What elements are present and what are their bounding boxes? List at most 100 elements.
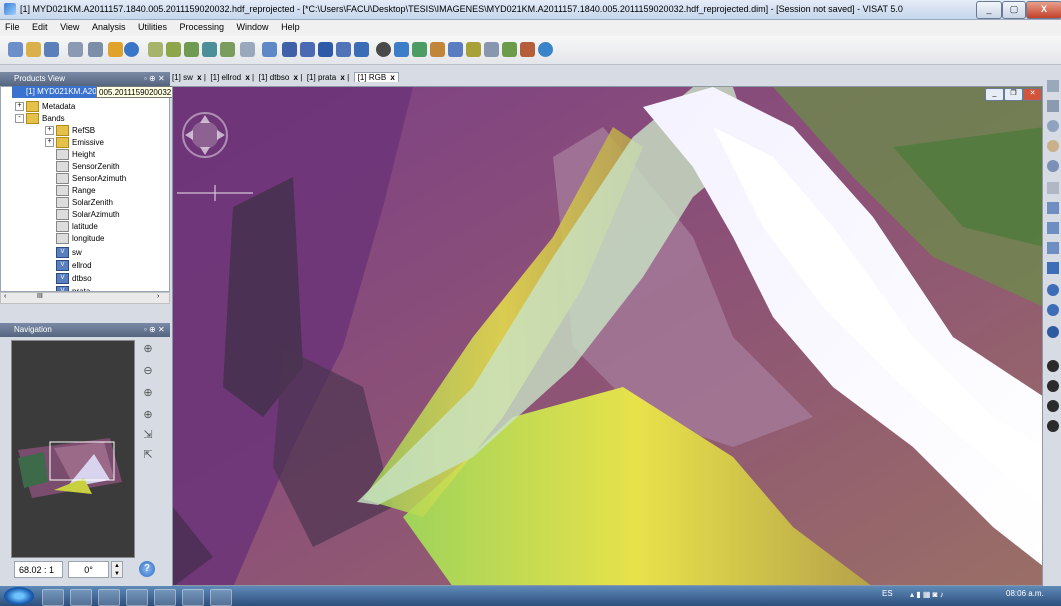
sync-cursor-icon[interactable]: ⇱ [141, 448, 155, 462]
zoom-tool-icon[interactable] [1047, 120, 1059, 132]
tree-node-metadata[interactable]: + Metadata [15, 101, 75, 113]
geo-coding-icon[interactable] [184, 42, 199, 57]
tie-point-icon[interactable] [466, 42, 481, 57]
tray-icons[interactable]: ▴ ▮ ▦ ◙ ♪ [910, 590, 970, 602]
tree-band-latitude[interactable]: latitude [56, 221, 98, 233]
menu-analysis[interactable]: Analysis [87, 20, 131, 34]
reproject-icon[interactable] [220, 42, 235, 57]
close-button[interactable]: X [1026, 1, 1061, 19]
tree-band-solarazimuth[interactable]: SolarAzimuth [56, 209, 120, 221]
tab-close-icon[interactable]: x [245, 73, 249, 82]
gcp-placing-icon[interactable] [1047, 182, 1059, 194]
open-product-icon[interactable] [26, 42, 41, 57]
rgb-image-view[interactable] [172, 86, 1043, 586]
start-button[interactable] [4, 587, 34, 605]
scroll-left-arrow[interactable]: ‹ [4, 293, 6, 300]
range-finder-icon[interactable] [1047, 100, 1059, 112]
tree-band-height[interactable]: Height [56, 149, 95, 161]
magic-wand-icon[interactable] [1047, 304, 1059, 316]
tree-node-refsb[interactable]: + RefSB [45, 125, 95, 137]
menu-view[interactable]: View [55, 20, 84, 34]
scatter-plot-icon[interactable] [336, 42, 351, 57]
help-icon[interactable] [124, 42, 139, 57]
world-wind-icon[interactable] [538, 42, 553, 57]
menu-file[interactable]: File [0, 20, 25, 34]
time-series-icon[interactable] [1047, 360, 1059, 372]
sync-views-icon[interactable]: ⇲ [141, 428, 155, 442]
app-icon[interactable] [154, 589, 176, 606]
gcp-manager-icon[interactable] [240, 42, 255, 57]
histogram-icon[interactable] [318, 42, 333, 57]
band-arithmetic-icon[interactable] [148, 42, 163, 57]
expand-icon[interactable]: + [45, 126, 54, 136]
scroll-thumb[interactable]: III [37, 293, 43, 300]
session-icon[interactable] [108, 42, 123, 57]
profile-plot-icon[interactable] [354, 42, 369, 57]
filter-band-icon[interactable] [166, 42, 181, 57]
tab-sw[interactable]: [1] sw x | [172, 73, 206, 82]
image-info-icon[interactable] [520, 42, 535, 57]
rotation-angle-field[interactable]: 0° [68, 561, 109, 578]
tree-node-emissive[interactable]: + Emissive [45, 137, 104, 149]
mask-manager-icon[interactable] [502, 42, 517, 57]
tab-close-icon[interactable]: x [340, 73, 344, 82]
spectrum-icon[interactable] [282, 42, 297, 57]
tab-prata[interactable]: [1] prata x | [307, 73, 349, 82]
menu-help[interactable]: Help [276, 20, 305, 34]
tab-rgb[interactable]: [1] RGB x [353, 72, 399, 82]
rotation-spinner[interactable]: ▲ ▼ [111, 561, 123, 578]
mosaic-icon[interactable] [202, 42, 217, 57]
ie-icon[interactable] [42, 589, 64, 606]
firefox-icon[interactable] [182, 589, 204, 606]
tree-band-longitude[interactable]: longitude [56, 233, 104, 245]
tab-close-icon[interactable]: x [197, 73, 201, 82]
colour-manipulation-icon[interactable] [394, 42, 409, 57]
collapse-icon[interactable]: - [15, 114, 24, 124]
export-icon[interactable] [88, 42, 103, 57]
time-cursor-icon[interactable] [1047, 400, 1059, 412]
tab-dtbso[interactable]: [1] dtbso x | [259, 73, 303, 82]
pixel-info-icon[interactable] [262, 42, 277, 57]
explorer-icon[interactable] [126, 589, 148, 606]
tree-horizontal-scrollbar[interactable]: ‹ III › [0, 292, 170, 304]
menu-window[interactable]: Window [232, 20, 274, 34]
new-product-icon[interactable] [8, 42, 23, 57]
polygon-draw-icon[interactable] [1047, 242, 1059, 254]
minimize-button[interactable]: _ [976, 1, 1002, 19]
expand-icon[interactable]: + [45, 138, 54, 148]
zoom-all-icon[interactable]: ⊕ [141, 408, 155, 422]
tree-node-bands[interactable]: - Bands [15, 113, 65, 125]
polyline-draw-icon[interactable] [1047, 222, 1059, 234]
pin-tool-icon[interactable] [1047, 160, 1059, 172]
panel-controls[interactable]: ▫ ⊕ ✕ [144, 325, 165, 334]
time-export-icon[interactable] [1047, 420, 1059, 432]
system-clock[interactable]: 08:06 a.m. [1006, 589, 1044, 598]
properties-icon[interactable] [68, 42, 83, 57]
tree-band-sensorazimuth[interactable]: SensorAzimuth [56, 173, 126, 185]
tab-close-icon[interactable]: x [390, 73, 394, 82]
photoshop-icon[interactable] [70, 589, 92, 606]
statistics-icon[interactable] [300, 42, 315, 57]
expand-icon[interactable]: + [15, 102, 24, 112]
navigation-thumbnail[interactable] [14, 438, 122, 498]
language-indicator[interactable]: ES [882, 589, 893, 598]
zoom-pixel-icon[interactable]: ⊕ [141, 386, 155, 400]
panel-controls[interactable]: ▫ ⊕ ✕ [144, 74, 165, 83]
save-product-icon[interactable] [44, 42, 59, 57]
tree-band-range[interactable]: Range [56, 185, 96, 197]
navigation-help-button[interactable]: ? [139, 561, 155, 577]
time-sync-icon[interactable] [1047, 380, 1059, 392]
maximize-button[interactable]: ▢ [1002, 1, 1026, 19]
select-tool-icon[interactable] [1047, 80, 1059, 92]
scroll-right-arrow[interactable]: › [157, 293, 159, 300]
tab-close-icon[interactable]: x [294, 73, 298, 82]
menu-utilities[interactable]: Utilities [133, 20, 172, 34]
menu-processing[interactable]: Processing [175, 20, 230, 34]
pin-manager-icon[interactable] [448, 42, 463, 57]
ellipse-draw-icon[interactable] [1047, 284, 1059, 296]
skype-icon[interactable] [98, 589, 120, 606]
rectangle-draw-icon[interactable] [1047, 262, 1059, 274]
insert-vertex-icon[interactable] [1047, 326, 1059, 338]
zoom-factor-field[interactable]: 68.02 : 1 [14, 561, 63, 578]
view-minimize-button[interactable]: _ [985, 88, 1004, 101]
